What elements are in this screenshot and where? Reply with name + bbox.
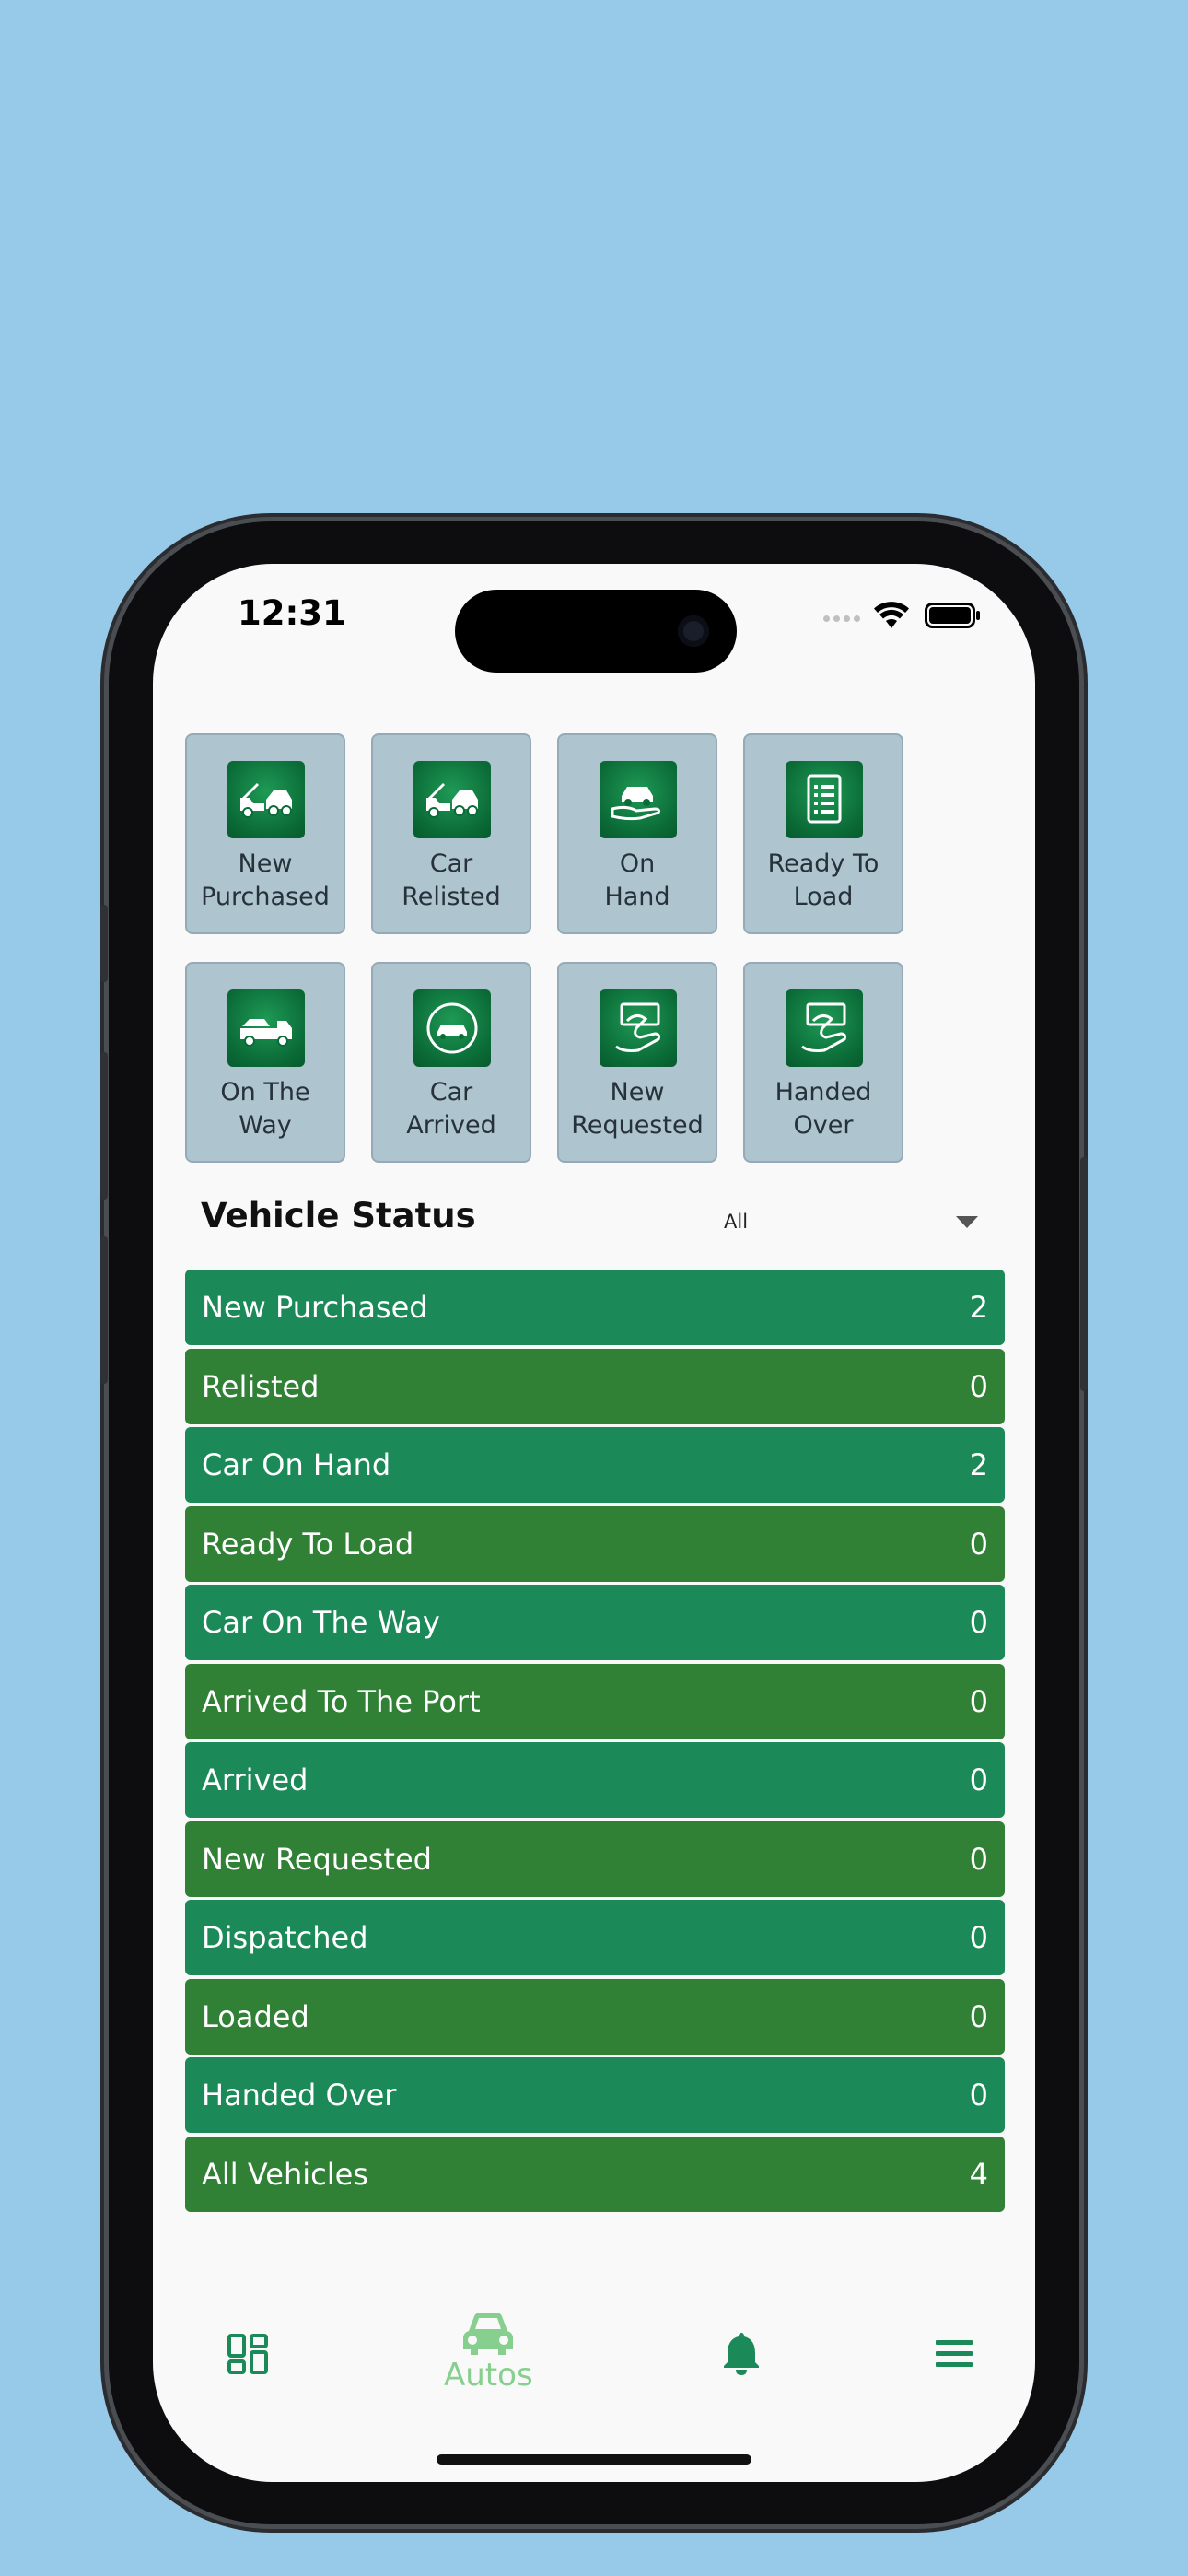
flatbed-truck-icon <box>227 989 305 1067</box>
vehicle-status-list: New Purchased 2 Relisted 0 Car On Hand 2… <box>185 1270 1005 2215</box>
tile-label: New Purchased <box>201 849 330 911</box>
checklist-icon <box>786 761 863 838</box>
status-row-label: Ready To Load <box>202 1526 414 1562</box>
status-row-count: 0 <box>969 1920 988 1955</box>
tow-truck-icon <box>227 761 305 838</box>
status-row-count: 0 <box>969 1841 988 1877</box>
status-row-count: 2 <box>969 1447 988 1482</box>
status-row-count: 0 <box>969 1605 988 1640</box>
status-row-count: 0 <box>969 2078 988 2113</box>
volume-up-button <box>100 1052 108 1200</box>
filter-value: All <box>724 1211 749 1233</box>
bottom-tab-bar: Autos <box>153 2311 1035 2425</box>
status-row-car-on-hand[interactable]: Car On Hand 2 <box>185 1427 1005 1503</box>
menu-icon <box>936 2340 973 2367</box>
tile-label: New Requested <box>571 1078 704 1140</box>
tile-on-the-way[interactable]: On The Way <box>185 962 345 1163</box>
tile-car-arrived[interactable]: Car Arrived <box>371 962 531 1163</box>
status-row-label: Handed Over <box>202 2078 397 2113</box>
hand-request-icon <box>600 989 677 1067</box>
tile-new-requested[interactable]: New Requested <box>557 962 717 1163</box>
status-row-label: Arrived To The Port <box>202 1683 481 1719</box>
status-row-label: Car On The Way <box>202 1605 440 1640</box>
status-row-handed-over[interactable]: Handed Over 0 <box>185 2057 1005 2133</box>
hand-over-icon <box>786 989 863 1067</box>
status-row-count: 0 <box>969 1762 988 1797</box>
phone-frame: 12:31 New Purchased Car Relisted On Hand… <box>100 521 1088 2524</box>
tile-on-hand[interactable]: On Hand <box>557 733 717 934</box>
status-row-ready-to-load[interactable]: Ready To Load 0 <box>185 1505 1005 1582</box>
status-row-loaded[interactable]: Loaded 0 <box>185 1978 1005 2055</box>
tile-new-purchased[interactable]: New Purchased <box>185 733 345 934</box>
tile-ready-to-load[interactable]: Ready To Load <box>743 733 903 934</box>
car-arrived-badge-icon <box>413 989 491 1067</box>
power-button <box>1080 1157 1088 1391</box>
status-row-count: 0 <box>969 1368 988 1404</box>
battery-icon <box>925 603 980 628</box>
dynamic-island <box>455 590 737 673</box>
status-row-label: Relisted <box>202 1368 320 1404</box>
status-row-new-requested[interactable]: New Requested 0 <box>185 1821 1005 1897</box>
tile-label: On The Way <box>220 1078 310 1140</box>
tab-menu[interactable] <box>934 2338 974 2370</box>
tile-label: Handed Over <box>775 1078 872 1140</box>
tile-label: Car Arrived <box>406 1078 496 1140</box>
status-row-new-purchased[interactable]: New Purchased 2 <box>185 1270 1005 1345</box>
status-row-label: Loaded <box>202 1998 309 2034</box>
tow-truck-icon <box>413 761 491 838</box>
tab-notifications[interactable] <box>722 2331 761 2375</box>
status-row-count: 0 <box>969 1998 988 2034</box>
status-row-arrived[interactable]: Arrived 0 <box>185 1742 1005 1818</box>
status-row-count: 0 <box>969 1683 988 1719</box>
tab-autos-label: Autos <box>444 2357 533 2394</box>
vehicle-status-filter-dropdown[interactable]: All <box>724 1205 1000 1242</box>
status-row-label: New Purchased <box>202 1290 428 1325</box>
dashboard-icon <box>227 2334 268 2374</box>
status-row-label: Dispatched <box>202 1920 368 1955</box>
status-row-car-on-the-way[interactable]: Car On The Way 0 <box>185 1585 1005 1660</box>
status-row-count: 2 <box>969 1290 988 1325</box>
status-row-label: Car On Hand <box>202 1447 391 1482</box>
status-bar: 12:31 <box>153 564 1035 684</box>
tile-label: On Hand <box>604 849 670 911</box>
status-row-arrived-to-the-port[interactable]: Arrived To The Port 0 <box>185 1663 1005 1739</box>
status-row-label: Arrived <box>202 1762 309 1797</box>
bell-icon <box>724 2333 759 2375</box>
status-row-relisted[interactable]: Relisted 0 <box>185 1348 1005 1424</box>
mute-switch <box>100 905 108 982</box>
status-row-count: 4 <box>969 2156 988 2192</box>
status-row-dispatched[interactable]: Dispatched 0 <box>185 1900 1005 1975</box>
status-time: 12:31 <box>238 593 346 633</box>
tab-dashboard[interactable] <box>227 2333 269 2375</box>
cellular-signal-icon <box>823 615 860 622</box>
vehicle-status-title: Vehicle Status <box>201 1196 476 1235</box>
tile-label: Car Relisted <box>402 849 501 911</box>
status-row-all-vehicles[interactable]: All Vehicles 4 <box>185 2136 1005 2212</box>
tab-autos[interactable]: Autos <box>444 2311 533 2394</box>
status-row-label: New Requested <box>202 1841 432 1877</box>
status-row-count: 0 <box>969 1526 988 1562</box>
tile-car-relisted[interactable]: Car Relisted <box>371 733 531 934</box>
home-indicator <box>437 2454 751 2465</box>
wifi-icon <box>874 602 909 628</box>
front-camera <box>678 615 709 647</box>
car-in-hand-icon <box>600 761 677 838</box>
tile-label: Ready To Load <box>767 849 879 911</box>
screen: 12:31 New Purchased Car Relisted On Hand… <box>153 564 1035 2482</box>
chevron-down-icon <box>956 1216 978 1228</box>
tile-handed-over[interactable]: Handed Over <box>743 962 903 1163</box>
car-icon <box>463 2313 514 2355</box>
status-row-label: All Vehicles <box>202 2156 368 2192</box>
volume-down-button <box>100 1236 108 1384</box>
